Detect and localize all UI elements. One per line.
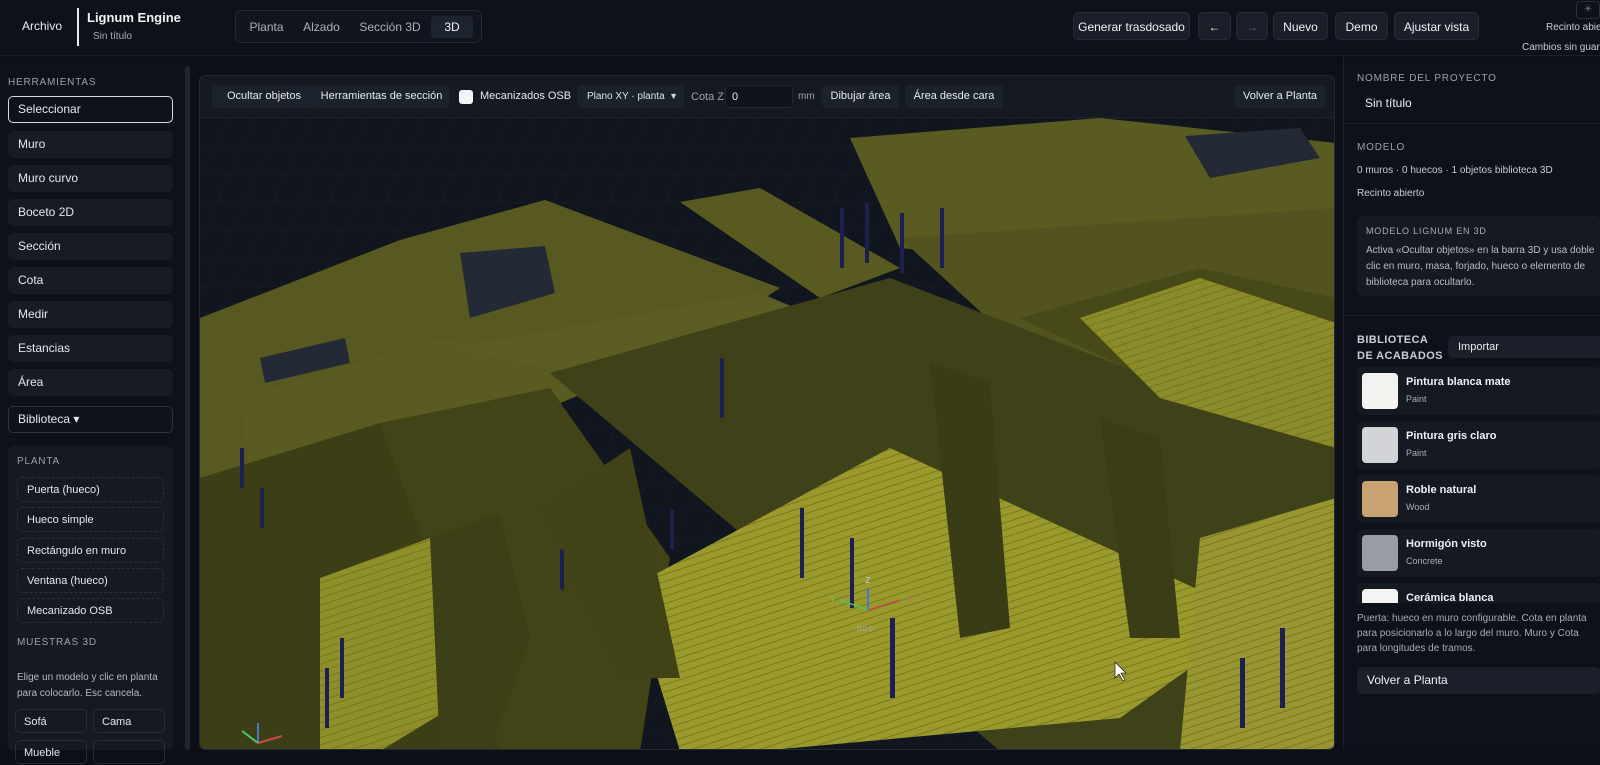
sample-mueble[interactable]: Mueble (15, 740, 87, 764)
top-bar: Archivo Lignum Engine Sin título Planta … (0, 0, 1600, 56)
back-to-plan-button[interactable]: Volver a Planta (1234, 85, 1326, 108)
demo-button[interactable]: Demo (1335, 12, 1388, 40)
divider (1344, 123, 1600, 124)
finish-item[interactable]: Pintura gris claro Paint (1357, 421, 1600, 469)
finish-name: Roble natural (1406, 484, 1477, 496)
tool-cota[interactable]: Cota (8, 267, 173, 294)
viewport-3d[interactable]: Ocultar objetos Herramientas de sección … (199, 75, 1335, 750)
enclosure-status: Recinto abierto (1546, 22, 1600, 33)
gizmo-y-label: Y (830, 595, 836, 604)
planta-header: PLANTA (17, 456, 60, 467)
tab-seccion-3d[interactable]: Sección 3D (352, 16, 428, 38)
gizmo-origin-label: 0.0.0 (857, 626, 873, 633)
area-from-face-button[interactable]: Área desde cara (905, 85, 1003, 108)
generate-button[interactable]: Generar trasdosado (1073, 12, 1190, 40)
finish-swatch (1362, 589, 1398, 603)
planta-rectangulo-muro[interactable]: Rectángulo en muro (17, 538, 164, 563)
save-status: Cambios sin guardar (1522, 42, 1600, 53)
section-tools-button[interactable]: Herramientas de sección (314, 85, 449, 108)
gizmo-z-label: Z (866, 576, 871, 585)
planta-puerta-hueco[interactable]: Puerta (hueco) (17, 477, 164, 502)
sample-extra[interactable] (93, 740, 165, 764)
library-header: BIBLIOTECA DE ACABADOS (1357, 334, 1443, 362)
cota-z-input[interactable]: 0 (725, 85, 793, 108)
tool-biblioteca[interactable]: Biblioteca ▾ (8, 406, 173, 433)
finish-type: Wood (1406, 502, 1430, 512)
hide-objects-button[interactable]: Ocultar objetos (212, 85, 316, 108)
planta-mecanizado-osb[interactable]: Mecanizado OSB (17, 598, 164, 623)
tool-boceto-2d[interactable]: Boceto 2D (8, 199, 173, 226)
finish-swatch (1362, 535, 1398, 571)
plane-select[interactable]: Plano XY · planta ▼ (577, 85, 684, 108)
finish-name: Pintura gris claro (1406, 430, 1497, 442)
finish-item[interactable]: Pintura blanca mate Paint (1357, 367, 1600, 415)
project-name-header: NOMBRE DEL PROYECTO (1357, 73, 1497, 84)
project-name-field[interactable]: Sin título (1365, 96, 1412, 110)
undo-button[interactable]: ← (1198, 12, 1231, 40)
tab-planta[interactable]: Planta (241, 16, 292, 38)
finish-item[interactable]: Hormigón visto Concrete (1357, 529, 1600, 577)
tab-alzado[interactable]: Alzado (296, 16, 347, 38)
scene-canvas[interactable]: Z X Y 0.0.0 (200, 118, 1335, 750)
samples-note: Elige un modelo y clic en planta para co… (17, 672, 158, 699)
finish-swatch (1362, 481, 1398, 517)
cota-z-label: Cota Z (691, 91, 725, 103)
finish-name: Hormigón visto (1406, 538, 1487, 550)
planta-hueco-simple[interactable]: Hueco simple (17, 507, 164, 532)
model-header: MODELO (1357, 142, 1406, 153)
left-scrollbar[interactable] (185, 66, 190, 750)
info-box: MODELO LIGNUM EN 3D Activa «Ocultar obje… (1357, 216, 1600, 296)
tools-header: HERRAMIENTAS (8, 77, 97, 88)
theme-icon[interactable]: ☀ (1576, 1, 1600, 19)
new-button[interactable]: Nuevo (1273, 12, 1328, 40)
header-divider (77, 8, 79, 46)
tool-estancias[interactable]: Estancias (8, 335, 173, 362)
redo-button[interactable]: → (1236, 12, 1268, 40)
tool-medir[interactable]: Medir (8, 301, 173, 328)
draw-area-button[interactable]: Dibujar área (822, 85, 899, 108)
tool-seccion[interactable]: Sección (8, 233, 173, 260)
finish-swatch (1362, 427, 1398, 463)
planta-panel: PLANTA Puerta (hueco) Hueco simple Rectá… (8, 446, 173, 750)
finish-swatch (1362, 373, 1398, 409)
finish-item[interactable]: Cerámica blanca (1357, 583, 1600, 603)
view-tabs: Planta Alzado Sección 3D 3D (235, 10, 482, 43)
tool-seleccionar[interactable]: Seleccionar (8, 96, 173, 123)
finish-name: Cerámica blanca (1406, 592, 1494, 603)
samples-header: MUESTRAS 3D (17, 637, 97, 648)
tool-hint: Puerta: hueco en muro configurable. Cota… (1357, 613, 1587, 654)
tool-muro-curvo[interactable]: Muro curvo (8, 165, 173, 192)
sample-sofa[interactable]: Sofá (15, 709, 87, 733)
viewport-toolbar: Ocultar objetos Herramientas de sección … (200, 76, 1334, 118)
plane-select-value: Plano XY · planta (587, 91, 665, 102)
finish-type: Concrete (1406, 556, 1443, 566)
document-subtitle: Sin título (93, 31, 132, 42)
back-to-plan-sidebar-button[interactable]: Volver a Planta (1357, 667, 1600, 694)
divider (1344, 315, 1600, 316)
finishes-list: Pintura blanca mate Paint Pintura gris c… (1357, 367, 1600, 603)
chevron-down-icon: ▼ (669, 91, 678, 101)
finish-type: Paint (1406, 448, 1427, 458)
model-stats: 0 muros · 0 huecos · 1 objetos bibliotec… (1357, 165, 1553, 176)
planta-ventana-hueco[interactable]: Ventana (hueco) (17, 568, 164, 593)
osb-label: Mecanizados OSB (480, 90, 572, 102)
info-header: MODELO LIGNUM EN 3D (1366, 226, 1487, 236)
info-text: Activa «Ocultar objetos» en la barra 3D … (1366, 245, 1595, 288)
fit-view-button[interactable]: Ajustar vista (1394, 12, 1479, 40)
model-status: Recinto abierto (1357, 188, 1425, 199)
archivo-menu[interactable]: Archivo (22, 19, 62, 33)
finish-type: Paint (1406, 394, 1427, 404)
tool-muro[interactable]: Muro (8, 131, 173, 158)
tool-area[interactable]: Área (8, 369, 173, 396)
import-button[interactable]: Importar (1448, 336, 1600, 358)
app-title: Lignum Engine (87, 10, 181, 25)
sample-cama[interactable]: Cama (93, 709, 165, 733)
cota-z-unit: mm (798, 91, 815, 102)
osb-checkbox[interactable] (459, 90, 473, 104)
right-sidebar: NOMBRE DEL PROYECTO Sin título MODELO 0 … (1343, 57, 1600, 750)
gizmo-x-label: X (908, 595, 914, 604)
tab-3d[interactable]: 3D (431, 16, 473, 38)
finish-item[interactable]: Roble natural Wood (1357, 475, 1600, 523)
finish-name: Pintura blanca mate (1406, 376, 1511, 388)
